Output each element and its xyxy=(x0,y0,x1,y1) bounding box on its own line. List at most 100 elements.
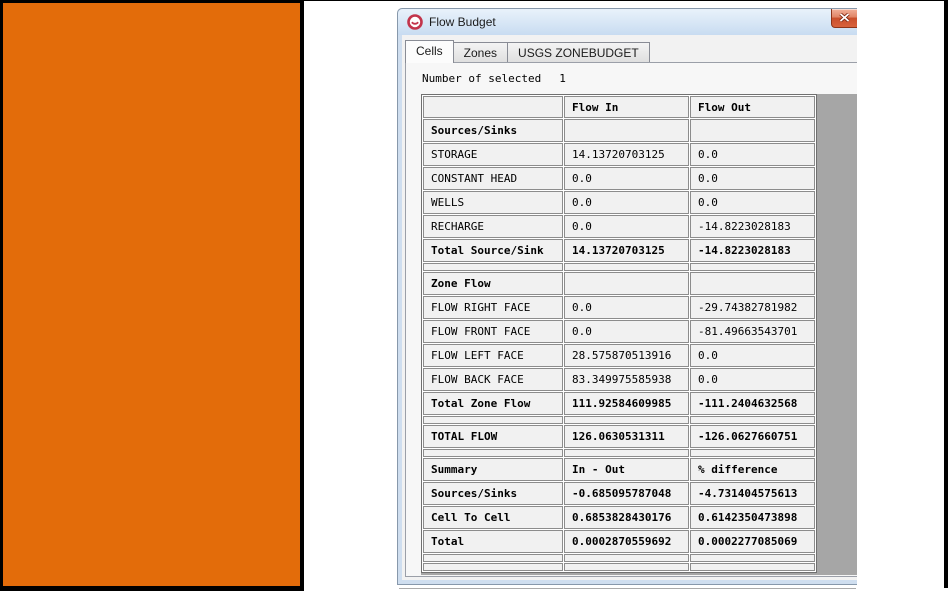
header-blank-cell xyxy=(423,96,563,118)
flow-budget-grid[interactable]: Flow In Flow Out Sources/Sinks STORAGE 14.… xyxy=(421,94,857,575)
flow-out-cell[interactable] xyxy=(690,416,815,424)
flow-in-cell[interactable] xyxy=(564,272,689,295)
row-label-cell[interactable]: STORAGE xyxy=(423,143,563,166)
flow-out-cell[interactable] xyxy=(690,554,815,562)
row-label-cell[interactable]: TOTAL FLOW xyxy=(423,425,563,448)
flow-in-cell[interactable] xyxy=(564,119,689,142)
row-label-cell[interactable]: FLOW RIGHT FACE xyxy=(423,296,563,319)
flow-out-cell[interactable] xyxy=(690,119,815,142)
flow-out-cell[interactable]: % difference xyxy=(690,458,815,481)
modelmuse-icon xyxy=(407,14,423,30)
flow-out-cell[interactable] xyxy=(690,272,815,295)
flow-out-cell[interactable]: -81.49663543701 xyxy=(690,320,815,343)
flow-in-cell[interactable]: 111.92584609985 xyxy=(564,392,689,415)
flow-in-cell[interactable]: 14.13720703125 xyxy=(564,143,689,166)
flow-in-cell[interactable]: -0.685095787048 xyxy=(564,482,689,505)
window-title: Flow Budget xyxy=(429,15,496,29)
flow-out-cell[interactable]: 0.0 xyxy=(690,368,815,391)
row-label-cell[interactable]: Zone Flow xyxy=(423,272,563,295)
row-label-cell[interactable] xyxy=(423,563,563,571)
row-label-cell[interactable]: Sources/Sinks xyxy=(423,119,563,142)
row-label-cell[interactable] xyxy=(423,416,563,424)
row-label-cell[interactable]: Total xyxy=(423,530,563,553)
spacer-row xyxy=(423,563,815,571)
row-label-cell[interactable]: FLOW FRONT FACE xyxy=(423,320,563,343)
tab-usgs-zonebudget[interactable]: USGS ZONEBUDGET xyxy=(507,42,650,62)
row-label-cell[interactable]: FLOW LEFT FACE xyxy=(423,344,563,367)
client-area: Cells Zones USGS ZONEBUDGET Number of se… xyxy=(402,35,857,580)
flow-in-cell[interactable]: 0.0 xyxy=(564,167,689,190)
row-label-cell[interactable] xyxy=(423,449,563,457)
flow-out-cell[interactable]: -111.2404632568 xyxy=(690,392,815,415)
flow-in-cell[interactable]: 126.0630531311 xyxy=(564,425,689,448)
table-row: Cell To Cell 0.6853828430176 0.61423504738… xyxy=(423,506,815,529)
flow-out-cell[interactable]: -14.8223028183 xyxy=(690,215,815,238)
header-flow-in-cell: Flow In xyxy=(564,96,689,118)
flow-in-cell[interactable]: 0.0002870559692 xyxy=(564,530,689,553)
table-row: RECHARGE 0.0 -14.8223028183 xyxy=(423,215,815,238)
header-flow-out-cell: Flow Out xyxy=(690,96,815,118)
canvas-border-right xyxy=(944,0,948,588)
row-label-cell[interactable]: Summary xyxy=(423,458,563,481)
flow-out-cell[interactable] xyxy=(690,563,815,571)
spacer-row xyxy=(423,263,815,271)
flow-out-cell[interactable]: 0.6142350473898 xyxy=(690,506,815,529)
number-of-selected-label: Number of selected xyxy=(422,72,542,85)
flow-in-cell[interactable] xyxy=(564,449,689,457)
flow-in-cell[interactable]: 0.0 xyxy=(564,215,689,238)
flow-out-cell[interactable]: 0.0002277085069 xyxy=(690,530,815,553)
flow-budget-table-wrap: Flow In Flow Out Sources/Sinks STORAGE 14.… xyxy=(421,94,817,573)
flow-out-cell[interactable]: -29.74382781982 xyxy=(690,296,815,319)
flow-in-cell[interactable]: In - Out xyxy=(564,458,689,481)
row-label-cell[interactable]: CONSTANT HEAD xyxy=(423,167,563,190)
flow-in-cell[interactable] xyxy=(564,554,689,562)
row-label-cell[interactable] xyxy=(423,263,563,271)
tab-cells[interactable]: Cells xyxy=(405,40,454,63)
spacer-row xyxy=(423,449,815,457)
flow-in-cell[interactable]: 0.0 xyxy=(564,320,689,343)
flow-out-cell[interactable]: 0.0 xyxy=(690,167,815,190)
window-bottom-shadow xyxy=(399,588,856,589)
spacer-row xyxy=(423,554,815,562)
flow-in-cell[interactable]: 28.575870513916 xyxy=(564,344,689,367)
table-row: FLOW LEFT FACE 28.575870513916 0.0 xyxy=(423,344,815,367)
title-bar[interactable]: Flow Budget xyxy=(398,9,857,35)
close-icon xyxy=(839,9,850,27)
table-row: Sources/Sinks -0.685095787048 -4.731404575… xyxy=(423,482,815,505)
row-label-cell[interactable]: WELLS xyxy=(423,191,563,214)
tab-zones[interactable]: Zones xyxy=(452,42,509,62)
screenshot-canvas: Flow Budget Cells Zones USGS ZONEBUDGET … xyxy=(0,0,952,597)
flow-in-cell[interactable]: 83.349975585938 xyxy=(564,368,689,391)
flow-in-cell[interactable]: 0.6853828430176 xyxy=(564,506,689,529)
flow-out-cell[interactable]: -4.731404575613 xyxy=(690,482,815,505)
flow-out-cell[interactable]: 0.0 xyxy=(690,344,815,367)
spacer-row xyxy=(423,416,815,424)
tab-bar: Cells Zones USGS ZONEBUDGET xyxy=(405,40,650,63)
row-label-cell[interactable]: Sources/Sinks xyxy=(423,482,563,505)
row-label-cell[interactable]: Total Zone Flow xyxy=(423,392,563,415)
flow-out-cell[interactable]: -126.0627660751 xyxy=(690,425,815,448)
orange-panel xyxy=(0,0,304,591)
table-row: Total 0.0002870559692 0.0002277085069 xyxy=(423,530,815,553)
flow-in-cell[interactable] xyxy=(564,563,689,571)
table-row: FLOW FRONT FACE 0.0 -81.49663543701 xyxy=(423,320,815,343)
row-label-cell[interactable]: Cell To Cell xyxy=(423,506,563,529)
row-label-cell[interactable]: FLOW BACK FACE xyxy=(423,368,563,391)
close-button[interactable] xyxy=(831,9,857,28)
flow-out-cell[interactable]: 0.0 xyxy=(690,191,815,214)
header-row: Flow In Flow Out xyxy=(423,96,815,118)
flow-in-cell[interactable] xyxy=(564,263,689,271)
row-label-cell[interactable]: RECHARGE xyxy=(423,215,563,238)
table-row: STORAGE 14.13720703125 0.0 xyxy=(423,143,815,166)
row-label-cell[interactable] xyxy=(423,554,563,562)
flow-in-cell[interactable]: 0.0 xyxy=(564,191,689,214)
flow-out-cell[interactable]: 0.0 xyxy=(690,143,815,166)
flow-out-cell[interactable]: -14.8223028183 xyxy=(690,239,815,262)
flow-in-cell[interactable]: 0.0 xyxy=(564,296,689,319)
row-label-cell[interactable]: Total Source/Sink xyxy=(423,239,563,262)
table-row: FLOW RIGHT FACE 0.0 -29.74382781982 xyxy=(423,296,815,319)
flow-in-cell[interactable] xyxy=(564,416,689,424)
flow-out-cell[interactable] xyxy=(690,449,815,457)
flow-in-cell[interactable]: 14.13720703125 xyxy=(564,239,689,262)
flow-out-cell[interactable] xyxy=(690,263,815,271)
